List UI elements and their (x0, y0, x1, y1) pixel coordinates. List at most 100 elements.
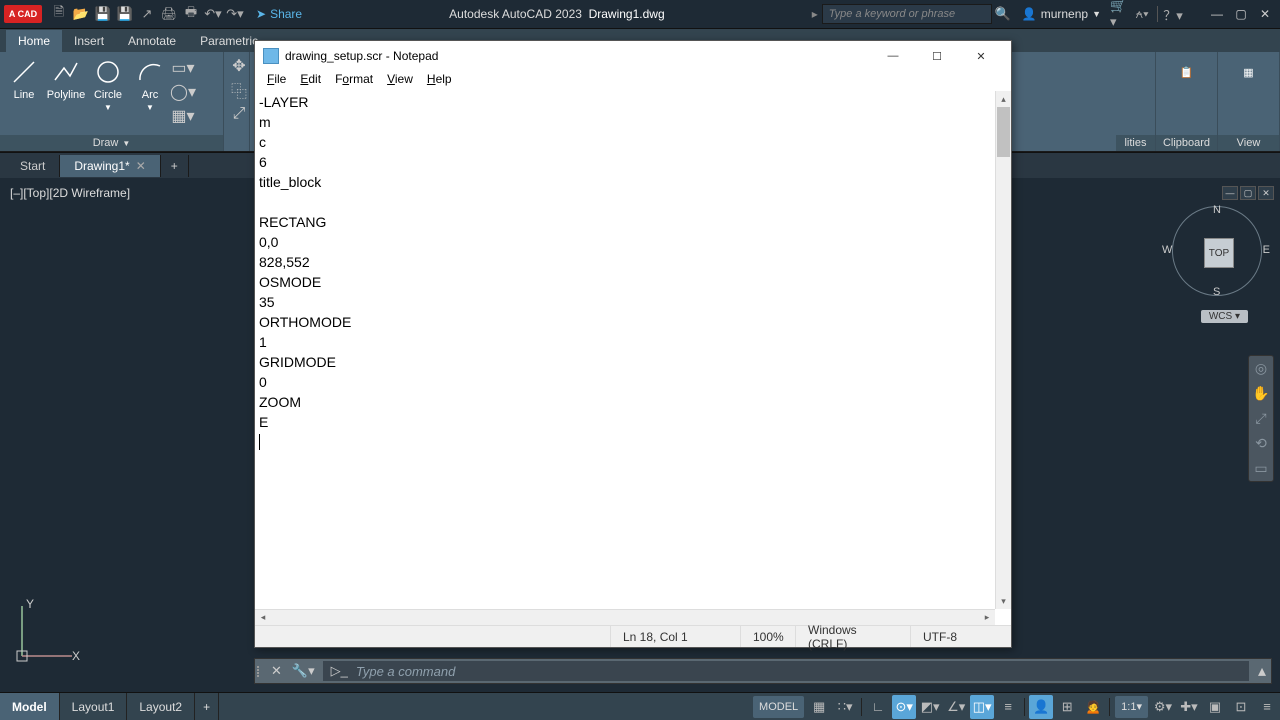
status-ortho-icon[interactable]: ∟ (866, 695, 890, 719)
notepad-editor[interactable]: -LAYER m c 6 title_block RECTANG 0,0 828… (255, 91, 1011, 625)
qat-save-icon[interactable]: 💾 (93, 4, 113, 24)
menu-format[interactable]: Format (329, 71, 379, 91)
filetab-add-button[interactable]: + (161, 155, 189, 177)
status-units-icon[interactable]: ✚▾ (1177, 695, 1201, 719)
share-button[interactable]: ➤ Share (256, 7, 302, 21)
close-icon[interactable]: ✕ (136, 159, 146, 173)
viewcube[interactable]: TOP N S W E (1172, 206, 1262, 296)
tool-hatch-icon[interactable]: ▦▾ (172, 105, 194, 127)
cmdbar-close-icon[interactable]: ✕ (265, 663, 288, 679)
notepad-text-content[interactable]: -LAYER m c 6 title_block RECTANG 0,0 828… (255, 91, 995, 609)
qat-saveas-icon[interactable]: 💾 (115, 4, 135, 24)
layout-tab-model[interactable]: Model (0, 693, 60, 720)
clipboard-label[interactable]: Clipboard (1156, 135, 1217, 151)
app-close-button[interactable]: ✕ (1254, 3, 1276, 25)
qat-plot-icon[interactable]: 🖨 (159, 4, 179, 24)
scroll-right-icon[interactable]: ▸ (979, 610, 995, 625)
ribbon-tab-home[interactable]: Home (6, 30, 62, 52)
notepad-titlebar[interactable]: drawing_setup.scr - Notepad — ☐ ✕ (255, 41, 1011, 71)
menu-help[interactable]: Help (421, 71, 458, 91)
status-grid-icon[interactable]: ▦ (807, 695, 831, 719)
menu-view[interactable]: View (381, 71, 419, 91)
cmdbar-drag-handle[interactable] (255, 666, 265, 677)
viewcube-face[interactable]: TOP (1204, 238, 1234, 268)
viewcube-north[interactable]: N (1213, 204, 1221, 216)
search-input[interactable]: Type a keyword or phrase (822, 4, 992, 24)
app-minimize-button[interactable]: — (1206, 3, 1228, 25)
status-quickprops-icon[interactable]: ▣ (1203, 695, 1227, 719)
tool-line[interactable]: Line (4, 55, 44, 101)
viewcube-west[interactable]: W (1162, 244, 1172, 256)
layout-tab-layout2[interactable]: Layout2 (127, 693, 195, 720)
menu-edit[interactable]: Edit (294, 71, 327, 91)
ribbon-panel-draw-label[interactable]: Draw▼ (0, 135, 223, 151)
status-annoscale[interactable]: 1:1▾ (1115, 696, 1148, 718)
status-snapmode-icon[interactable]: ∷▾ (833, 695, 857, 719)
menu-file[interactable]: File (261, 71, 292, 91)
vp-restore-button[interactable]: ▢ (1240, 186, 1256, 200)
nav-zoom-icon[interactable]: ⤢ (1255, 410, 1266, 427)
status-cycling-icon[interactable]: ⊞ (1055, 695, 1079, 719)
search-icon[interactable]: 🔍 (993, 4, 1013, 24)
status-3dosnap-icon[interactable]: 🙍 (1081, 695, 1105, 719)
status-polar-icon[interactable]: ⊙▾ (892, 695, 916, 719)
status-menu-icon[interactable]: ≡ (1255, 695, 1279, 719)
tool-stretch-icon[interactable]: ⤢ (228, 103, 250, 125)
ribbon-tab-insert[interactable]: Insert (62, 30, 116, 52)
scroll-up-icon[interactable]: ▴ (996, 91, 1011, 107)
viewcube-south[interactable]: S (1213, 286, 1220, 298)
tool-paste-icon[interactable]: 📋 (1167, 55, 1207, 87)
status-autosnap-icon[interactable]: ∠▾ (944, 695, 968, 719)
qat-web-icon[interactable]: ↗ (137, 4, 157, 24)
nav-showmotion-icon[interactable]: ▭ (1254, 460, 1267, 477)
status-isolate-icon[interactable]: ⊡ (1229, 695, 1253, 719)
tool-rectangle-icon[interactable]: ▭▾ (172, 57, 194, 79)
vp-minimize-button[interactable]: — (1222, 186, 1238, 200)
nav-pan-icon[interactable]: ✋ (1252, 385, 1269, 402)
tool-copy-icon[interactable]: ⿻ (228, 79, 250, 101)
filetab-start[interactable]: Start (6, 155, 60, 177)
wcs-indicator[interactable]: WCS ▾ (1201, 310, 1248, 323)
tool-move-icon[interactable]: ✥ (228, 55, 250, 77)
cmdbar-history-icon[interactable]: ▴ (1253, 661, 1271, 681)
utilities-label[interactable]: lities (1116, 135, 1155, 151)
command-input[interactable]: ▷_ Type a command (323, 661, 1249, 681)
user-account[interactable]: 👤 murnenp ▼ (1022, 7, 1101, 21)
tool-view-icon[interactable]: ▦ (1229, 55, 1269, 87)
notepad-close-button[interactable]: ✕ (959, 42, 1003, 70)
tool-ellipse-icon[interactable]: ◯▾ (172, 81, 194, 103)
notepad-horizontal-scrollbar[interactable]: ◂ ▸ (255, 609, 995, 625)
vp-close-button[interactable]: ✕ (1258, 186, 1274, 200)
layout-tab-layout1[interactable]: Layout1 (60, 693, 128, 720)
notepad-vertical-scrollbar[interactable]: ▴ ▾ (995, 91, 1011, 609)
view-label[interactable]: View (1218, 135, 1279, 151)
qat-redo-icon[interactable]: ↷▾ (225, 4, 245, 24)
app-icon[interactable]: ⍲▾ (1132, 4, 1152, 24)
notepad-minimize-button[interactable]: — (871, 42, 915, 70)
cmdbar-customize-icon[interactable]: 🔧▾ (288, 663, 319, 679)
tool-polyline[interactable]: Polyline (46, 55, 86, 101)
tool-arc[interactable]: Arc▼ (130, 55, 170, 112)
qat-open-icon[interactable]: 📂 (71, 4, 91, 24)
status-transparency-icon[interactable]: 👤 (1029, 695, 1053, 719)
qat-undo-icon[interactable]: ↶▾ (203, 4, 223, 24)
qat-new-icon[interactable]: 🗎 (49, 4, 69, 24)
scroll-down-icon[interactable]: ▾ (996, 593, 1011, 609)
app-restore-button[interactable]: ▢ (1230, 3, 1252, 25)
status-isodraft-icon[interactable]: ◩▾ (918, 695, 942, 719)
status-gear-icon[interactable]: ⚙▾ (1151, 695, 1175, 719)
qat-print-icon[interactable]: 🖶 (181, 4, 201, 24)
status-osnap-icon[interactable]: ◫▾ (970, 695, 994, 719)
help-icon[interactable]: ？▾ (1163, 4, 1183, 24)
viewcube-east[interactable]: E (1263, 244, 1270, 256)
nav-orbit-icon[interactable]: ⟲ (1255, 435, 1267, 452)
nav-wheel-icon[interactable]: ◎ (1255, 360, 1267, 377)
cart-icon[interactable]: 🛒▾ (1110, 4, 1130, 24)
scroll-left-icon[interactable]: ◂ (255, 610, 271, 625)
filetab-drawing1[interactable]: Drawing1*✕ (60, 155, 160, 177)
status-model[interactable]: MODEL (753, 696, 804, 718)
status-lineweight-icon[interactable]: ≡ (996, 695, 1020, 719)
search-expand-icon[interactable]: ▸ (812, 7, 818, 21)
scroll-thumb[interactable] (997, 107, 1010, 157)
tool-circle[interactable]: Circle▼ (88, 55, 128, 112)
